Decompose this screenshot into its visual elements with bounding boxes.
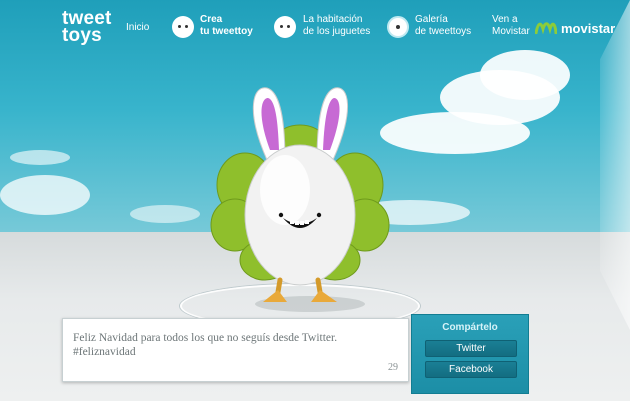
tweettoys-logo[interactable]: tweet toys xyxy=(62,9,112,46)
nav-ven-line2: Movistar xyxy=(492,26,530,37)
cloud xyxy=(10,150,70,165)
nav-galeria-line1: Galería xyxy=(415,14,448,25)
cloud xyxy=(380,112,530,154)
nav-galeria-line2: de tweettoys xyxy=(415,26,472,37)
movistar-wordmark[interactable]: movistar xyxy=(561,21,615,36)
movistar-m-icon xyxy=(535,22,557,34)
cloud xyxy=(480,50,570,100)
share-twitter-button[interactable]: Twitter xyxy=(425,340,517,357)
cloud xyxy=(0,175,90,215)
crea-icon xyxy=(172,16,194,38)
logo-line2: toys xyxy=(62,25,102,46)
nav-crea-line2: tu tweettoy xyxy=(200,26,253,37)
tweet-message-box[interactable]: Feliz Navidad para todos los que no segu… xyxy=(62,318,409,382)
nav-ven-line1: Ven a xyxy=(492,14,518,25)
share-facebook-button[interactable]: Facebook xyxy=(425,361,517,378)
nav-galeria[interactable]: Galería de tweettoys xyxy=(415,14,471,38)
tweettoy-character[interactable] xyxy=(205,80,395,310)
tweet-message-text[interactable]: Feliz Navidad para todos los que no segu… xyxy=(73,331,393,359)
nav-crea-line1: Crea xyxy=(200,14,223,25)
nav-habitacion[interactable]: La habitación de los juguetes xyxy=(303,14,370,38)
char-counter: 29 xyxy=(388,362,398,373)
nav-inicio[interactable]: Inicio xyxy=(126,22,149,34)
nav-habitacion-line1: La habitación xyxy=(303,14,363,25)
feet xyxy=(263,290,337,302)
share-title: Compártelo xyxy=(442,322,498,333)
galeria-icon xyxy=(387,16,409,38)
nav-habitacion-line2: de los juguetes xyxy=(303,26,371,37)
share-panel: Compártelo Twitter Facebook xyxy=(411,314,529,394)
nav-ven-movistar[interactable]: Ven a Movistar xyxy=(492,14,530,38)
top-nav: tweet toys Inicio Crea tu tweettoy La ha… xyxy=(0,0,630,52)
cloud xyxy=(130,205,200,223)
nav-crea[interactable]: Crea tu tweettoy xyxy=(200,14,253,38)
habitacion-icon xyxy=(274,16,296,38)
